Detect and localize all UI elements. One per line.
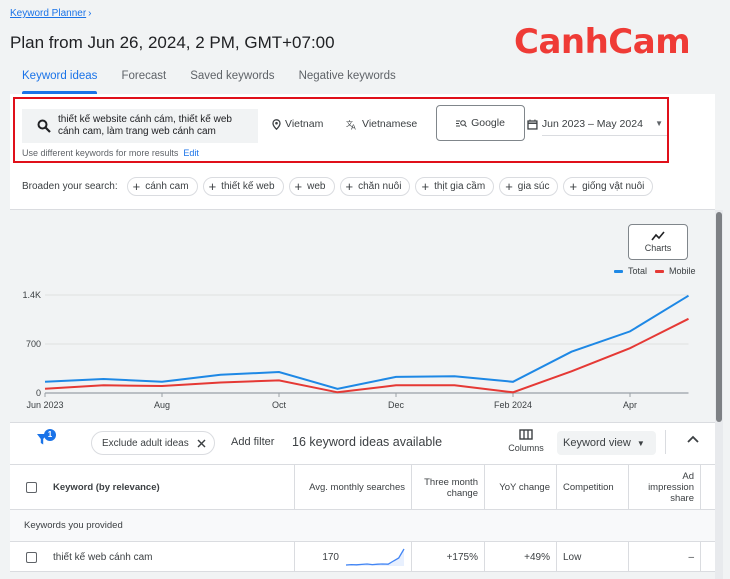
translate-icon: 文A — [346, 119, 356, 130]
column-header-keyword[interactable]: Keyword (by relevance) — [10, 465, 294, 510]
close-icon[interactable] — [197, 439, 206, 448]
keyword-table: Keyword (by relevance) Avg. monthly sear… — [10, 465, 715, 572]
cell-yoy: +49% — [484, 542, 556, 572]
legend-swatch-mobile — [655, 270, 665, 274]
column-header-avg-monthly[interactable]: Avg. monthly searches — [294, 465, 411, 510]
columns-button[interactable]: Columns — [506, 429, 546, 453]
network-search-icon — [456, 119, 467, 127]
broaden-chip[interactable]: + gia súc — [499, 177, 559, 196]
columns-icon — [519, 429, 533, 440]
plus-icon: + — [208, 179, 217, 194]
tab-saved-keywords[interactable]: Saved keywords — [178, 64, 286, 94]
column-header-three-month[interactable]: Three month change — [411, 465, 484, 510]
search-icon — [30, 119, 58, 133]
chart-legend: Total Mobile — [614, 266, 696, 276]
tab-keyword-ideas[interactable]: Keyword ideas — [10, 64, 109, 94]
y-axis-ticks: 0 700 1.4K — [22, 290, 41, 398]
tab-bar: Keyword ideas Forecast Saved keywords Ne… — [10, 64, 408, 94]
toolbar-divider — [665, 430, 666, 454]
page-title: Plan from Jun 26, 2024, 2 PM, GMT+07:00 — [10, 33, 335, 52]
column-header-yoy[interactable]: YoY change — [484, 465, 556, 510]
y-tick-label: 700 — [26, 339, 41, 349]
chevron-up-icon[interactable] — [686, 434, 700, 444]
dropdown-caret-icon: ▼ — [655, 119, 663, 128]
x-axis-ticks: Jun 2023 Aug Oct Dec Feb 2024 Apr — [26, 393, 637, 410]
search-volume-chart: 0 700 1.4K Jun 2023 Aug Oct Dec Feb 2024 Apr — [22, 290, 690, 410]
edit-keywords-link[interactable]: Edit — [183, 148, 199, 158]
legend-item-total[interactable]: Total — [614, 266, 647, 276]
table-row[interactable]: thiết kế web cánh cam 170 +175% +49% Low… — [10, 542, 715, 572]
broaden-chip[interactable]: + cánh cam — [126, 177, 198, 196]
svg-text:A: A — [351, 123, 356, 130]
broaden-search-bar: Broaden your search: + cánh cam + thiết kế… — [22, 177, 654, 196]
plus-icon: + — [569, 179, 578, 194]
keyword-search-input[interactable]: thiết kế website cánh cám, thiết kế web … — [22, 109, 258, 143]
tab-forecast[interactable]: Forecast — [109, 64, 178, 94]
sparkline-area — [346, 549, 404, 566]
column-header-competition[interactable]: Competition — [556, 465, 628, 510]
y-tick-label: 0 — [36, 388, 41, 398]
legend-swatch-total — [614, 270, 623, 274]
breadcrumb-keyword-planner[interactable]: Keyword Planner — [10, 8, 86, 19]
keyword-view-dropdown[interactable]: Keyword view ▼ — [557, 431, 656, 455]
cell-three-month: +175% — [411, 542, 484, 572]
cell-keyword: thiết kế web cánh cam — [10, 542, 294, 572]
plus-icon: + — [132, 179, 141, 194]
column-header-ad-impression-share[interactable]: Ad impression share — [628, 465, 700, 510]
x-tick-label: Jun 2023 — [26, 400, 63, 410]
trend-sparkline — [345, 548, 405, 566]
broaden-chip[interactable]: + thiết kế web — [202, 177, 284, 196]
cell-ad-impression-share: – — [628, 542, 700, 572]
chevron-right-icon: › — [88, 8, 92, 19]
calendar-icon — [527, 119, 538, 130]
trend-line-icon — [651, 231, 665, 241]
cell-competition: Low — [556, 542, 628, 572]
cell-avg-monthly: 170 — [294, 542, 411, 572]
legend-item-mobile[interactable]: Mobile — [655, 266, 696, 276]
x-tick-label: Feb 2024 — [494, 400, 532, 410]
search-network-button[interactable]: Google — [436, 105, 525, 141]
plus-icon: + — [421, 179, 430, 194]
broaden-chip[interactable]: + thịt gia cầm — [415, 177, 495, 196]
broaden-chip[interactable]: + web — [288, 177, 335, 196]
select-all-checkbox[interactable] — [26, 482, 37, 493]
plus-icon: + — [345, 179, 354, 194]
keyword-ideas-count: 16 keyword ideas available — [292, 435, 443, 449]
series-line-total[interactable] — [44, 294, 690, 390]
tab-negative-keywords[interactable]: Negative keywords — [287, 64, 408, 94]
location-selector[interactable]: Vietnam — [272, 118, 323, 130]
plus-icon: + — [505, 179, 513, 194]
dropdown-caret-icon: ▼ — [636, 438, 645, 448]
location-pin-icon — [272, 118, 281, 130]
y-tick-label: 1.4K — [22, 290, 41, 300]
broaden-chip[interactable]: + chăn nuôi — [339, 177, 411, 196]
x-tick-label: Aug — [154, 400, 170, 410]
add-filter-button[interactable]: Add filter — [231, 436, 274, 448]
broaden-chip[interactable]: + giống vật nuôi — [563, 177, 654, 196]
search-hint: Use different keywords for more results E… — [22, 148, 199, 158]
exclude-adult-ideas-chip[interactable]: Exclude adult ideas — [91, 431, 215, 455]
plus-icon: + — [294, 179, 303, 194]
column-header-spacer — [700, 465, 715, 510]
keyword-planner-page: Keyword Planner › Plan from Jun 26, 2024,… — [0, 0, 730, 579]
x-tick-label: Oct — [272, 400, 287, 410]
date-range-selector[interactable]: Jun 2023 – May 2024 ▼ — [527, 112, 667, 136]
row-checkbox[interactable] — [26, 551, 37, 563]
charts-button[interactable]: Charts — [628, 224, 688, 260]
breadcrumb[interactable]: Keyword Planner › — [10, 8, 92, 19]
date-range-field[interactable]: Jun 2023 – May 2024 ▼ — [541, 112, 667, 136]
page-scrollbar-thumb[interactable] — [716, 212, 722, 422]
language-selector[interactable]: 文A Vietnamese — [346, 118, 417, 130]
brand-logo: CanhCam — [514, 22, 691, 62]
broaden-label: Broaden your search: — [22, 181, 118, 192]
x-tick-label: Apr — [623, 400, 637, 410]
table-header: Keyword (by relevance) Avg. monthly sear… — [10, 465, 715, 510]
group-row-keywords-provided: Keywords you provided — [10, 510, 715, 542]
filter-count-badge: 1 — [44, 429, 56, 441]
cell-spacer — [700, 542, 715, 572]
keyword-search-value[interactable]: thiết kế website cánh cám, thiết kế web … — [58, 114, 232, 138]
x-tick-label: Dec — [388, 400, 405, 410]
